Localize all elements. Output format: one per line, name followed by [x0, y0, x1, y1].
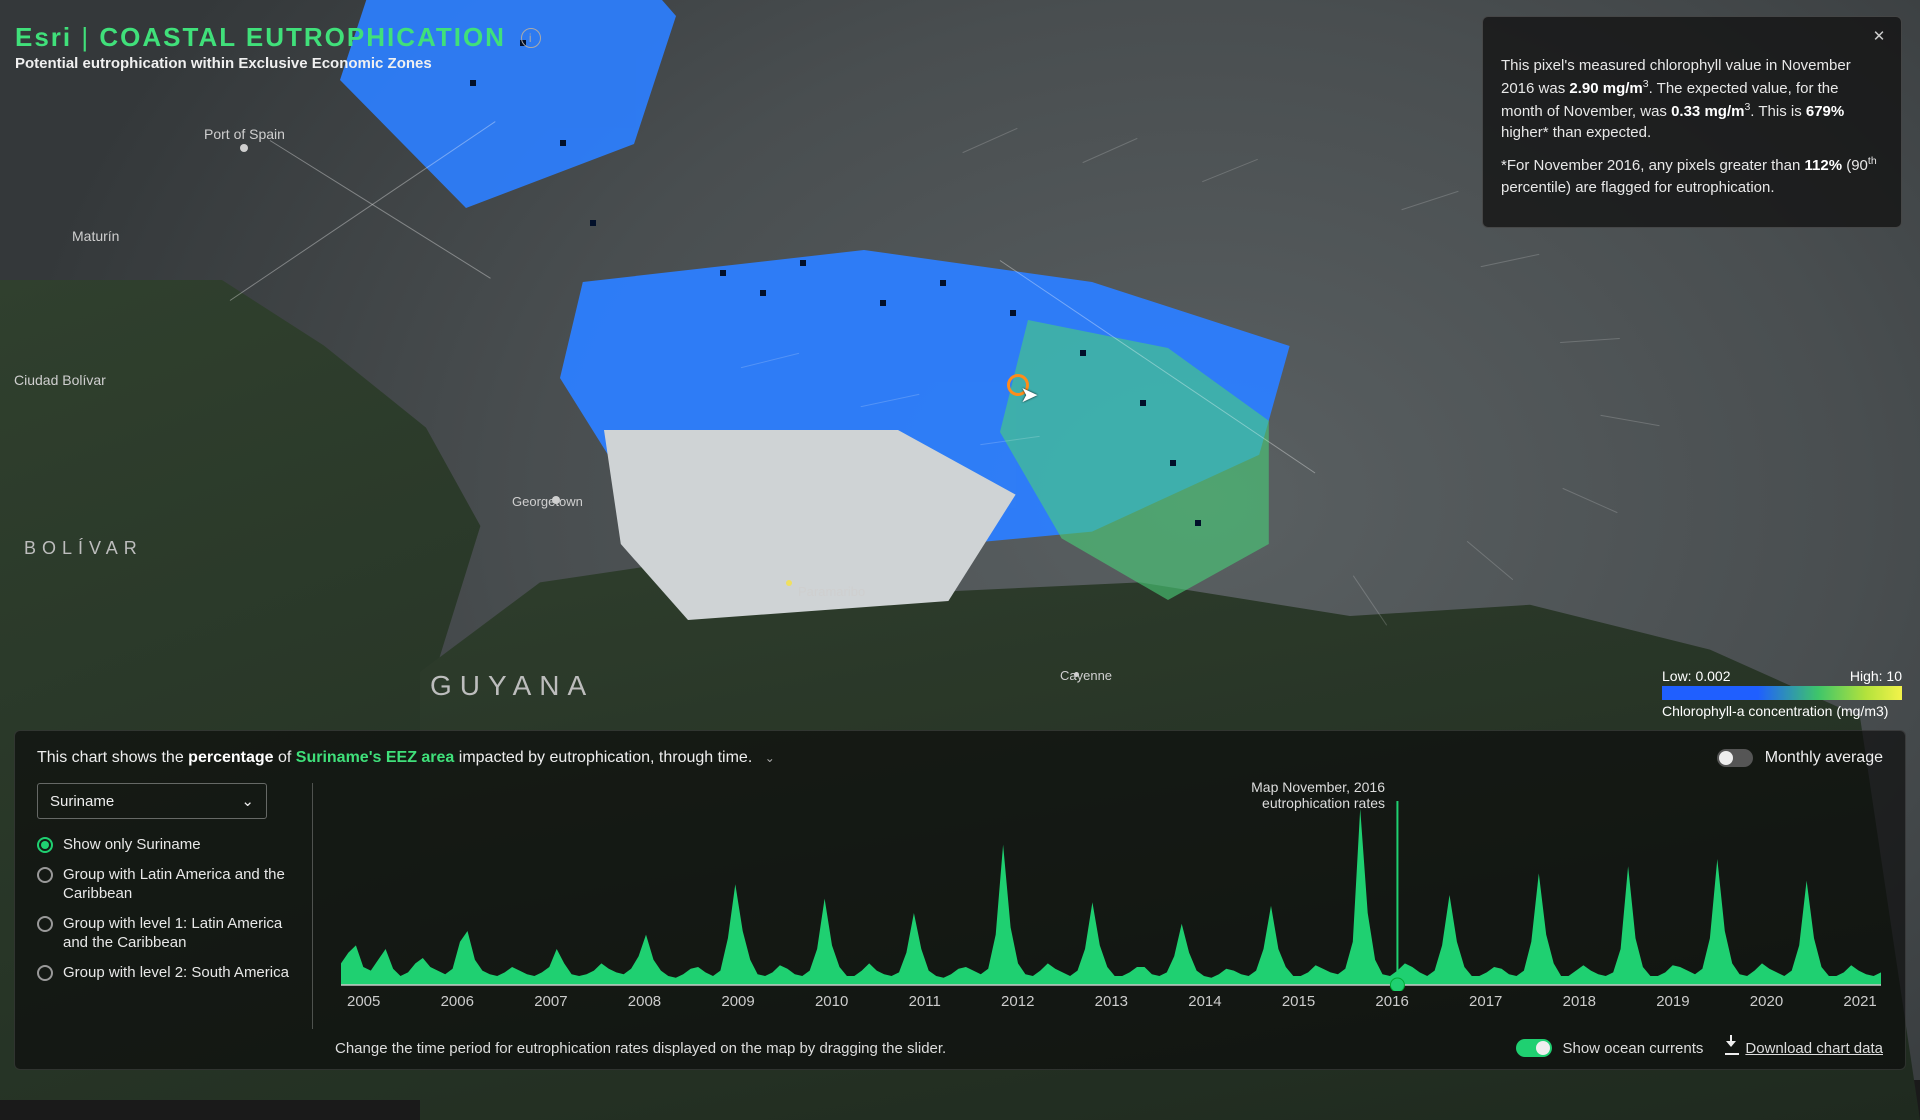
monthly-average-label: Monthly average	[1765, 749, 1883, 767]
timeseries-panel: This chart shows the percentage of Surin…	[14, 730, 1906, 1070]
x-tick: 2008	[628, 993, 661, 1010]
city-label-georgetown: Georgetown	[512, 494, 583, 509]
radio-show-only[interactable]: Show only Suriname	[37, 835, 290, 855]
app-title: Esri | COASTAL EUTROPHICATION i	[15, 22, 541, 53]
x-tick: 2014	[1188, 993, 1221, 1010]
download-chart-data[interactable]: Download chart data	[1725, 1040, 1883, 1057]
radio-group-level1[interactable]: Group with level 1: Latin America and th…	[37, 914, 290, 953]
x-tick: 2018	[1563, 993, 1596, 1010]
x-tick: 2005	[347, 993, 380, 1010]
region-label-guyana: GUYANA	[430, 670, 594, 702]
chart-svg	[341, 801, 1881, 991]
slider-hint: Change the time period for eutrophicatio…	[335, 1040, 946, 1057]
x-tick: 2011	[909, 993, 941, 1010]
radio-group-lac[interactable]: Group with Latin America and the Caribbe…	[37, 865, 290, 904]
x-tick: 2010	[815, 993, 848, 1010]
chevron-down-icon: ⌄	[241, 792, 254, 810]
x-tick: 2007	[534, 993, 567, 1010]
x-tick: 2012	[1001, 993, 1034, 1010]
x-tick: 2020	[1750, 993, 1783, 1010]
chevron-down-icon[interactable]: ⌄	[765, 751, 775, 765]
legend-caption: Chlorophyll-a concentration (mg/m3)	[1662, 703, 1902, 719]
city-label-maturin: Maturín	[72, 228, 119, 244]
city-dot	[786, 580, 792, 586]
color-legend: Low: 0.002 High: 10 Chlorophyll-a concen…	[1662, 668, 1902, 719]
radio-icon	[37, 867, 53, 883]
brand: Esri	[15, 22, 72, 52]
radio-icon	[37, 916, 53, 932]
radio-icon	[37, 837, 53, 853]
pipe: |	[81, 22, 90, 52]
country-select[interactable]: Suriname ⌄	[37, 783, 267, 819]
close-icon[interactable]: ✕	[1869, 27, 1889, 47]
city-label-paramaribo: Paramaribo	[798, 584, 865, 599]
grouping-radio-group: Show only Suriname Group with Latin Amer…	[37, 835, 290, 982]
pixel-info-popup: ✕ This pixel's measured chlorophyll valu…	[1482, 16, 1902, 228]
legend-low: Low: 0.002	[1662, 668, 1731, 684]
legend-gradient	[1662, 686, 1902, 700]
panel-footer: Change the time period for eutrophicatio…	[335, 1039, 1883, 1057]
monthly-average-toggle[interactable]	[1717, 749, 1753, 767]
x-tick: 2015	[1282, 993, 1315, 1010]
timeseries-chart[interactable]: Map November, 2016 eutrophication rates …	[341, 783, 1883, 1029]
x-tick: 2006	[441, 993, 474, 1010]
city-label-ciudad-bolivar: Ciudad Bolívar	[14, 372, 106, 388]
panel-description: This chart shows the percentage of Surin…	[37, 749, 775, 767]
cursor-icon: ➤	[1020, 382, 1038, 408]
city-dot	[240, 144, 248, 152]
show-currents-toggle[interactable]	[1516, 1039, 1552, 1057]
app-subtitle: Potential eutrophication within Exclusiv…	[15, 55, 541, 72]
panel-header: This chart shows the percentage of Surin…	[37, 749, 1883, 767]
app-header: Esri | COASTAL EUTROPHICATION i Potentia…	[15, 22, 541, 72]
x-tick: 2017	[1469, 993, 1502, 1010]
city-label-cayenne: Cayenne	[1060, 668, 1112, 683]
x-tick: 2021	[1843, 993, 1876, 1010]
x-tick: 2009	[721, 993, 754, 1010]
x-tick: 2019	[1656, 993, 1689, 1010]
info-icon[interactable]: i	[521, 28, 541, 48]
x-tick: 2016	[1375, 993, 1408, 1010]
download-icon	[1725, 1041, 1739, 1055]
chart-x-axis: 2005 2006 2007 2008 2009 2010 2011 2012 2013 2014…	[341, 993, 1883, 1010]
panel-sidebar: Suriname ⌄ Show only Suriname Group with…	[37, 783, 313, 1029]
legend-high: High: 10	[1850, 668, 1902, 684]
radio-group-level2[interactable]: Group with level 2: South America	[37, 963, 290, 983]
radio-icon	[37, 965, 53, 981]
country-select-value: Suriname	[50, 793, 114, 810]
info-paragraph-1: This pixel's measured chlorophyll value …	[1501, 55, 1883, 144]
title-text: COASTAL EUTROPHICATION	[99, 22, 506, 52]
x-tick: 2013	[1095, 993, 1128, 1010]
city-label-port-of-spain: Port of Spain	[204, 126, 285, 142]
show-currents-label: Show ocean currents	[1562, 1040, 1703, 1057]
region-label-bolivar: BOLÍVAR	[24, 538, 143, 559]
info-paragraph-2: *For November 2016, any pixels greater t…	[1501, 154, 1883, 199]
